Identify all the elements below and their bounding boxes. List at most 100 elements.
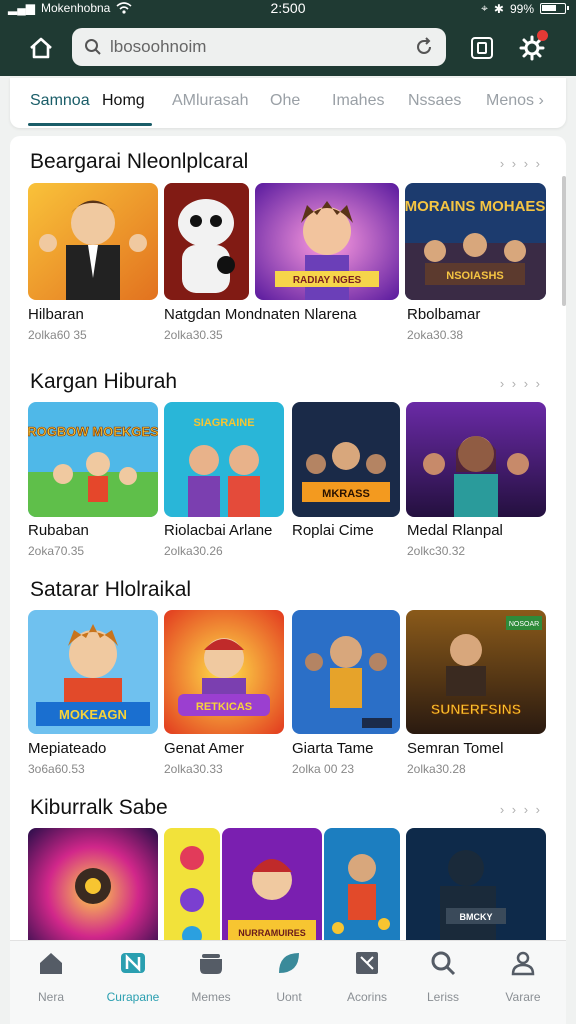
tile-subtitle: 2olka30.26 [164,544,223,558]
content-card: Beargarai Nleonlplcaral › › › › RADIAY N… [10,136,566,956]
tab-6[interactable]: Menos › [486,92,544,110]
tile-text: NURRAMUIRES [238,928,306,938]
url-bar[interactable]: lbosoohnoim [72,28,446,66]
tile-text: SIAGRAINE [193,417,254,429]
tile-subtitle: 2olka30.28 [407,762,466,776]
game-tile[interactable] [164,183,249,300]
game-tile[interactable] [406,402,546,517]
nav-item[interactable]: Leriss [406,949,480,1009]
games-icon [121,953,145,973]
tab-1[interactable]: Homg [102,92,145,110]
tile-text: MOKEAGN [59,707,127,722]
tabs-button[interactable] [466,32,498,64]
home-icon [40,953,62,974]
game-tile[interactable]: BMCKY [406,828,546,956]
nav-label: Acorins [346,990,387,1004]
tile-text: SUNERFSINS [431,701,521,717]
game-tile[interactable]: MORAINS MOHAES NSOIASHS [405,183,546,300]
tile-title[interactable]: Rbolbamar [407,306,480,323]
tile-title[interactable]: Roplai Cime [292,522,374,539]
game-tile[interactable]: ROGBOW MOEKGES [28,402,158,517]
tile-text: MKRASS [322,488,370,500]
tile-title[interactable]: Genat Amer [164,740,244,757]
tile-title[interactable]: Mepiateado [28,740,106,757]
game-tile[interactable] [28,828,158,956]
game-tile[interactable] [28,183,158,300]
nav-label: Leriss [426,990,459,1004]
tile-subtitle: 2olka30.33 [164,762,223,776]
tab-4[interactable]: Imahes [332,92,384,110]
status-right: ⌖ ✱ 99% [481,1,569,16]
game-tile[interactable] [324,828,400,956]
search-icon [431,951,456,976]
nav-item[interactable]: Nera [14,949,88,1009]
category-tabs: Samnoa Homg AMlurasah Ohe Imahes Nssaes … [10,78,566,128]
tile-title[interactable]: Rubaban [28,522,89,539]
tile-text: MORAINS MOHAES [405,198,545,215]
game-tile[interactable]: RADIAY NGES [255,183,399,300]
tile-title[interactable]: Semran Tomel [407,740,503,757]
tile-title[interactable]: Giarta Tame [292,740,373,757]
tile-text: RETKICAS [196,701,252,713]
section-title: Kargan Hiburah [30,370,178,393]
nav-item[interactable]: Acorins [330,949,404,1009]
tile-text: NOSOAR [509,621,539,628]
settings-button[interactable] [516,30,548,64]
tile-text: RADIAY NGES [293,275,362,286]
tile-title[interactable]: Medal Rlanpal [407,522,503,539]
tile-subtitle: 2olka30.35 [164,328,223,342]
active-tab-indicator [28,123,152,126]
game-tile[interactable] [164,828,220,956]
tile-subtitle: 2olkc30.32 [407,544,466,558]
more-arrows[interactable]: › › › › [500,376,542,391]
nav-label: Varare [505,990,541,1004]
game-tile[interactable]: NURRAMUIRES [222,828,322,956]
game-tile[interactable]: RETKICAS [164,610,284,734]
nav-label: Nera [37,990,64,1004]
nav-item[interactable]: Memes [174,949,248,1009]
nav-label: Memes [191,990,231,1004]
tile-subtitle: 2oka70.35 [28,544,85,558]
nav-item[interactable]: Varare [486,949,560,1009]
battery-icon [540,3,569,14]
leaf-icon [279,953,299,973]
tile-subtitle: 2oka30.38 [407,328,464,342]
tile-title[interactable]: Hilbaran [28,306,84,323]
game-tile[interactable]: SIAGRAINE [164,402,284,517]
section-title: Kiburralk Sabe [30,796,168,819]
tab-2[interactable]: AMlurasah [172,92,248,110]
tab-0[interactable]: Samnoa [30,92,90,110]
refresh-icon[interactable] [414,37,434,57]
scrollbar[interactable] [562,176,566,306]
nav-label: Uont [276,990,302,1004]
tile-title[interactable]: Natgdan Mondnaten Nlarena [164,306,357,323]
section-title: Beargarai Nleonlplcaral [30,150,249,173]
game-tile[interactable]: NOSOAR SUNERFSINS [406,610,546,734]
tile-title[interactable]: Riolacbai Arlane [164,522,272,539]
tile-subtitle: 2olka60 35 [28,328,87,342]
top-bar: ▂▄▆ Mokenhobna 2:500 ⌖ ✱ 99% lbosoohnoim [0,0,576,76]
game-tile[interactable]: MKRASS [292,402,400,517]
frame-icon [356,952,378,974]
section-title: Satarar Hlolraikal [30,578,192,601]
nav-item[interactable]: Curapane [96,949,170,1009]
tabs-icon [471,37,493,59]
more-arrows[interactable]: › › › › [500,802,542,817]
tile-subtitle: 2olka 00 23 [292,762,355,776]
game-tile[interactable] [292,610,400,734]
home-button[interactable] [22,30,60,66]
bottom-navigation: Nera Curapane Memes Uont Acorins Leriss … [10,940,566,1024]
bowl-icon [200,954,222,974]
more-arrows[interactable]: › › › › [500,156,542,171]
nav-item[interactable]: Uont [252,949,326,1009]
game-tile[interactable]: MOKEAGN [28,610,158,734]
location-icon: ⌖ [481,1,488,15]
notification-dot [537,30,548,41]
battery-percent: 99% [509,1,534,16]
nav-label: Curapane [106,990,160,1004]
url-text: lbosoohnoim [110,37,207,56]
tab-3[interactable]: Ohe [270,92,300,110]
tab-5[interactable]: Nssaes [408,92,461,110]
tile-text: BMCKY [460,912,493,922]
search-icon [85,39,101,55]
